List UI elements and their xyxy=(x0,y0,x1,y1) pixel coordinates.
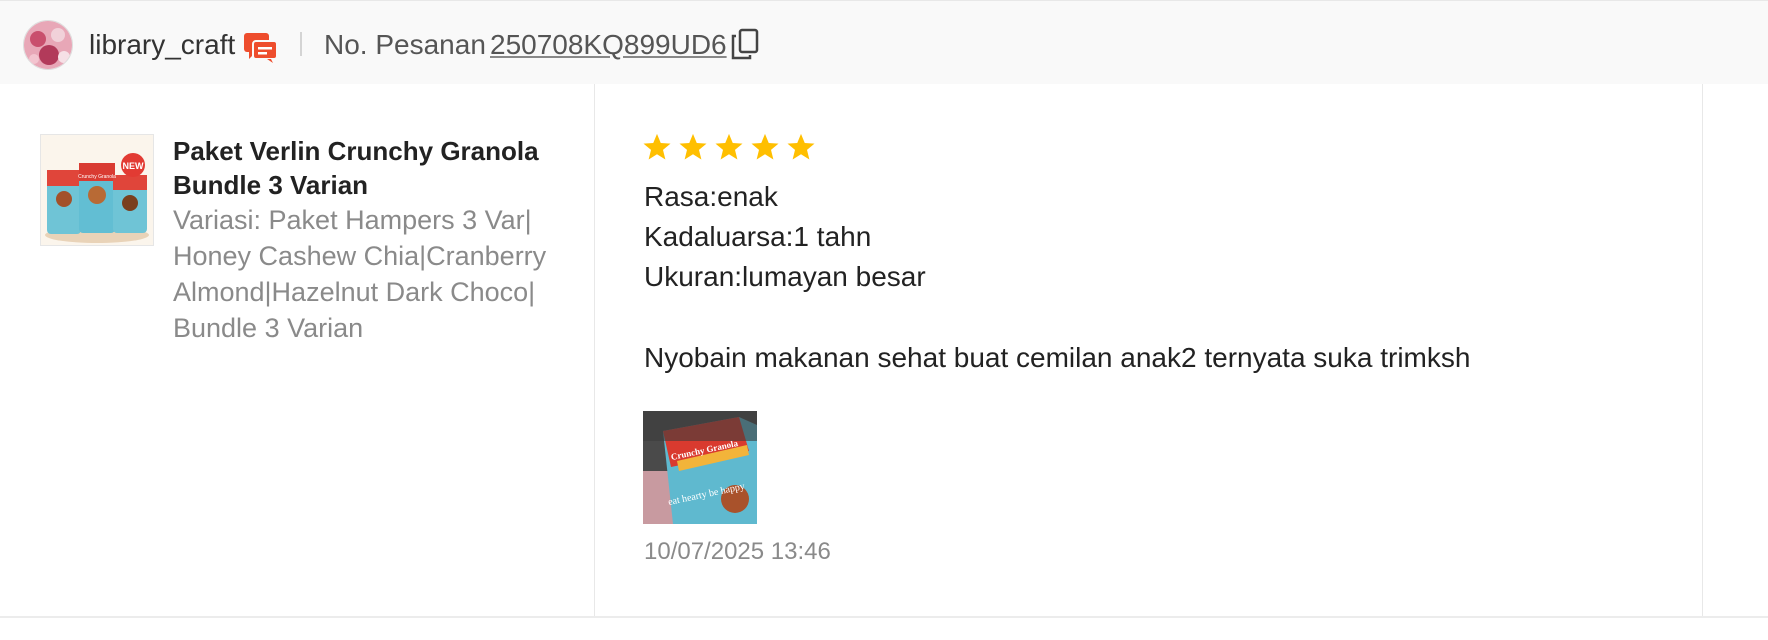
star-icon xyxy=(643,133,671,160)
thumb-pack-title: Crunchy Granola xyxy=(78,174,116,180)
review-header: library_craft No. Pesanan 250708KQ899UD6 xyxy=(0,0,1768,84)
review-card: library_craft No. Pesanan 250708KQ899UD6 xyxy=(0,0,1768,640)
star-icon xyxy=(679,133,707,160)
product-image: NEW Crunchy Granola xyxy=(41,135,153,245)
order-number-label: No. Pesanan xyxy=(324,29,486,60)
buyer-username[interactable]: library_craft xyxy=(89,28,235,62)
review-detail-size: Ukuran:lumayan besar xyxy=(644,261,926,292)
rating-stars xyxy=(642,132,816,162)
order-number-link[interactable]: 250708KQ899UD6 xyxy=(490,28,727,62)
review-photo[interactable]: Crunchy Granola eat hearty be happy xyxy=(643,411,757,524)
header-separator xyxy=(300,32,302,56)
chat-bubbles-icon[interactable] xyxy=(243,29,278,64)
product-thumbnail[interactable]: NEW Crunchy Granola xyxy=(40,134,154,246)
review-detail-taste: Rasa:enak xyxy=(644,181,778,212)
column-divider xyxy=(594,84,595,616)
star-icon xyxy=(751,133,779,160)
star-icon xyxy=(787,133,815,160)
column-divider-right xyxy=(1702,84,1703,616)
avatar-image xyxy=(24,21,72,69)
review-comment: Nyobain makanan sehat buat cemilan anak2… xyxy=(644,342,1471,373)
card-bottom-divider xyxy=(0,616,1768,618)
review-photo-image: Crunchy Granola eat hearty be happy xyxy=(643,411,757,524)
buyer-avatar[interactable] xyxy=(23,20,73,70)
product-name[interactable]: Paket Verlin Crunchy Granola Bundle 3 Va… xyxy=(173,134,573,202)
product-variant: Variasi: Paket Hampers 3 Var|Honey Cashe… xyxy=(173,205,547,343)
thumb-badge-text: NEW xyxy=(123,161,145,171)
review-detail-expiry: Kadaluarsa:1 tahn xyxy=(644,221,872,252)
star-icon xyxy=(715,133,743,160)
review-timestamp: 10/07/2025 13:46 xyxy=(644,538,831,565)
copy-icon[interactable] xyxy=(731,28,759,60)
